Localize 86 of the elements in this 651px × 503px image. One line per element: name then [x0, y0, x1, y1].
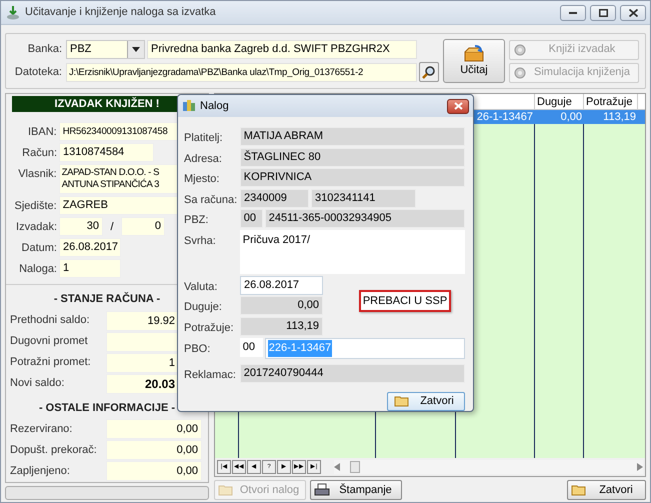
- owner-text: ANTUNA STIPANČIĆA 3: [62, 179, 160, 191]
- field-label: Zapljenjeno:: [10, 464, 71, 479]
- field-label: Mjesto:: [184, 172, 220, 187]
- field-label: Rezervirano:: [10, 422, 74, 437]
- close-dialog-button[interactable]: Zatvori: [387, 392, 465, 410]
- info-field: 0,00: [106, 461, 202, 481]
- table-cell-text: 26-1-13467: [476, 110, 534, 124]
- bank-name-field: Privredna banka Zagreb d.d. SWIFT PBZGHR2X: [147, 40, 417, 59]
- field-label: IBAN:: [27, 125, 57, 140]
- maximize-button[interactable]: [590, 4, 616, 20]
- field-label: Naloga:: [18, 262, 57, 277]
- maximize-icon: [598, 8, 608, 16]
- window-title: Učitavanje i knjiženje naloga sa izvatka: [25, 5, 217, 20]
- statement-number-field: 30: [59, 217, 103, 236]
- statement-sequence-field: 0: [121, 217, 165, 236]
- table-cell-text: 0,00: [560, 110, 583, 124]
- section-title: - STANJE RAČUNA -: [54, 291, 160, 307]
- gear-icon: [514, 44, 526, 56]
- purpose-field[interactable]: Pričuva 2017/: [240, 230, 465, 274]
- gear-icon: [514, 66, 526, 78]
- bank-code-dropdown[interactable]: PBZ: [66, 40, 145, 59]
- field-label: Datoteka:: [14, 64, 63, 80]
- model-field: 00: [240, 209, 263, 228]
- model-field[interactable]: 00: [240, 338, 263, 357]
- field-label: Adresa:: [184, 152, 223, 166]
- transfer-button[interactable]: PREBACI U SSP: [359, 290, 451, 312]
- action-button[interactable]: Zatvori: [567, 480, 646, 500]
- column-header[interactable]: Potražuje: [584, 94, 638, 109]
- payer-field: MATIJA ABRAM: [240, 127, 465, 146]
- credit-field: 113,19: [240, 316, 323, 336]
- date-field: 26.08.2017: [59, 238, 121, 257]
- printer-icon: [314, 483, 330, 497]
- load-button[interactable]: Učitaj: [443, 39, 505, 83]
- folder-icon: [571, 484, 587, 496]
- field-label: PBZ:: [184, 213, 210, 228]
- field-label: Dugovni promet: [10, 334, 89, 350]
- minimize-icon: [569, 12, 577, 14]
- column-header[interactable]: Duguje: [535, 94, 584, 109]
- account-field: 2340009: [240, 188, 309, 208]
- orders-field: 1: [59, 259, 121, 278]
- complaint-field: 2017240790444: [240, 364, 465, 383]
- search-button[interactable]: [419, 62, 439, 82]
- reference-field: 24511-365-00032934905: [264, 209, 465, 228]
- field-label: Datum:: [20, 241, 57, 256]
- account-field: 3102341141: [311, 188, 416, 208]
- file-path-field[interactable]: J:\Erzisnik\Upravljanjezgradama\PBZ\Banka ulaz\Tmp_Orig_01376551-2: [66, 62, 417, 82]
- minimize-button[interactable]: [560, 4, 586, 20]
- close-icon: [628, 8, 638, 16]
- box-icon: [463, 44, 485, 62]
- debit-field: 0,00: [240, 296, 323, 315]
- field-label: Dopušt. prekorač:: [10, 442, 98, 458]
- place-field: KOPRIVNICA: [240, 168, 465, 187]
- field-label: Prethodni saldo:: [10, 313, 90, 328]
- action-button[interactable]: Štampanje: [310, 480, 402, 500]
- info-field: 0,00: [106, 419, 202, 439]
- separator-text: /: [109, 220, 115, 235]
- field-label: Banka:: [26, 42, 63, 58]
- field-label: Potražni promet:: [10, 355, 92, 370]
- field-label: Valuta:: [184, 280, 218, 294]
- value-date-field[interactable]: 26.08.2017: [240, 276, 323, 294]
- dialog-title: Nalog: [200, 98, 230, 114]
- folder-icon: [394, 395, 410, 407]
- field-label: Vlasnik:: [17, 167, 57, 182]
- section-title: - OSTALE INFORMACIJE -: [38, 400, 176, 416]
- books-icon: [182, 99, 196, 113]
- close-button[interactable]: [447, 98, 469, 114]
- address-field: ŠTAGLINEC 80: [240, 148, 465, 166]
- close-button[interactable]: [620, 4, 646, 20]
- scroll-right-icon: [637, 463, 643, 471]
- field-label: Novi saldo:: [10, 376, 66, 392]
- scroll-left-icon: [334, 463, 340, 471]
- scroll-thumb[interactable]: [350, 461, 360, 473]
- field-label: Svrha:: [184, 234, 217, 248]
- search-icon: [422, 65, 436, 79]
- table-cell-text: 113,19: [602, 110, 637, 124]
- caret-icon: [132, 47, 140, 52]
- field-label: Izvadak:: [15, 220, 57, 235]
- field-label: Sjedište:: [14, 199, 57, 214]
- horizontal-scrollbar[interactable]: [334, 460, 643, 474]
- folder-icon: [218, 484, 234, 496]
- close-icon: [454, 102, 462, 110]
- download-icon: [5, 4, 21, 20]
- owner-text: ZAPAD-STAN D.O.O. - S: [62, 167, 160, 178]
- info-field: 0,00: [106, 440, 202, 460]
- account-field: 1310874584: [59, 143, 154, 162]
- field-label: Račun:: [21, 146, 57, 161]
